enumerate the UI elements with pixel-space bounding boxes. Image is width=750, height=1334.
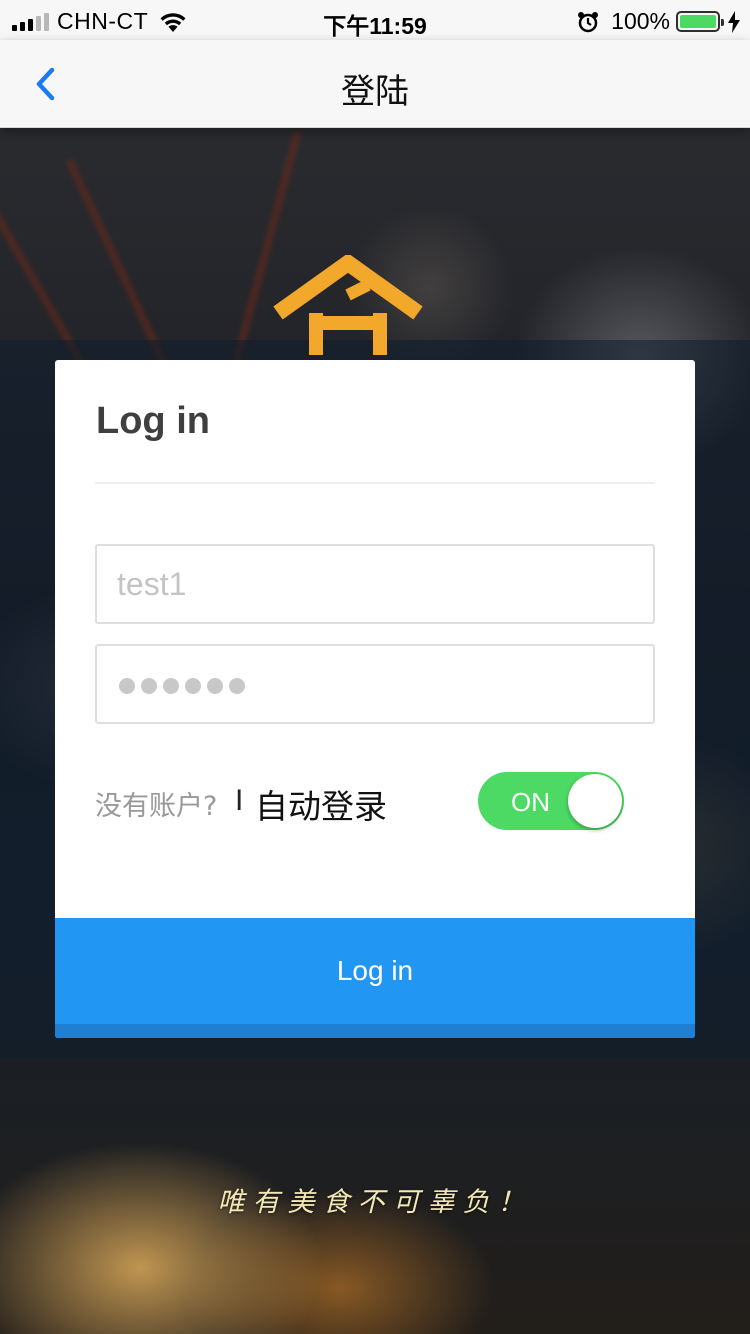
page-title: 登陆 <box>341 72 409 112</box>
separator: I <box>235 784 244 817</box>
alarm-icon <box>578 11 599 32</box>
auto-login-toggle[interactable]: ON <box>478 772 624 830</box>
house-logo-icon <box>273 255 423 355</box>
toggle-knob <box>568 774 622 828</box>
username-input[interactable] <box>95 544 655 624</box>
login-card: Log in 没有账户? I 自动登录 ON Log in <box>55 360 695 1038</box>
password-mask <box>119 678 245 694</box>
navigation-bar: 登陆 <box>0 40 750 128</box>
password-dot <box>163 678 179 694</box>
password-dot <box>207 678 223 694</box>
password-dot <box>141 678 157 694</box>
slogan-text: 唯有美食不可辜负！ <box>217 1187 533 1218</box>
auto-login-label: 自动登录 <box>255 787 387 826</box>
login-button[interactable]: Log in <box>55 918 695 1024</box>
login-button-edge <box>55 1024 695 1038</box>
password-dot <box>185 678 201 694</box>
password-dot <box>229 678 245 694</box>
charging-bolt-icon <box>728 10 740 33</box>
toggle-state-label: ON <box>511 787 550 817</box>
battery-percentage: 100% <box>611 8 670 34</box>
divider <box>95 482 655 484</box>
password-dot <box>119 678 135 694</box>
status-bar: CHN-CT 下午11:59 100% <box>0 0 750 40</box>
register-link[interactable]: 没有账户? <box>95 784 217 823</box>
login-title: Log in <box>96 400 210 442</box>
battery-icon <box>676 11 724 32</box>
